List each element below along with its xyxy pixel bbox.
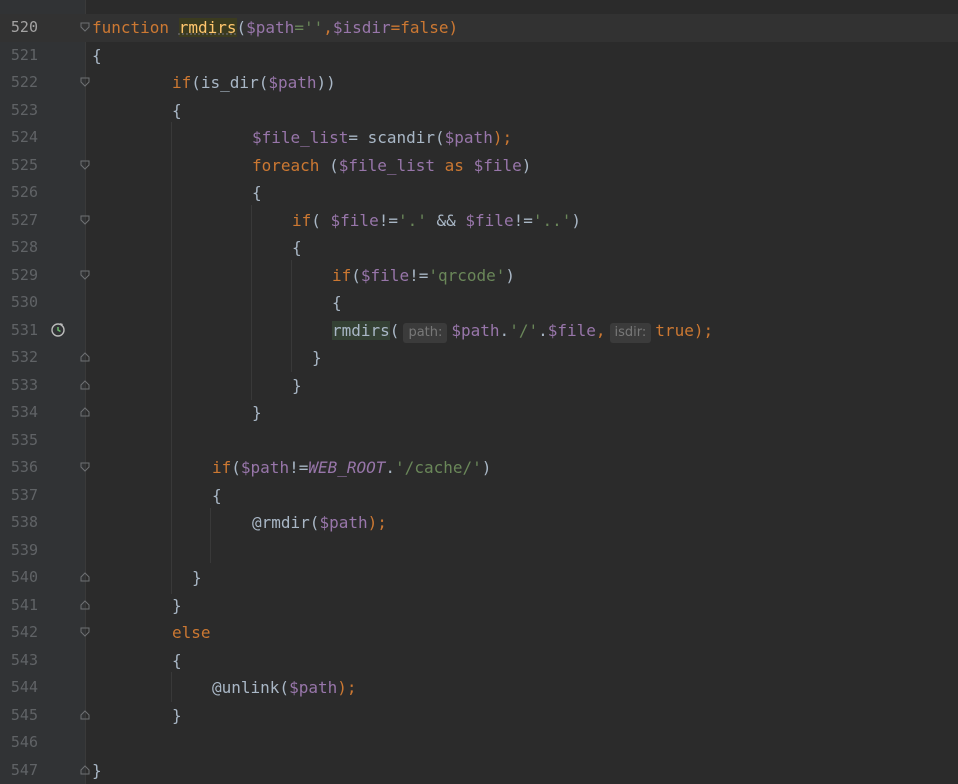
code-text: foreach ($file_list as $file) <box>252 155 532 175</box>
line-number: 544 <box>10 678 38 696</box>
recursive-call-icon[interactable] <box>50 322 66 342</box>
line-number: 540 <box>10 568 38 586</box>
code-line[interactable]: 520 function rmdirs($path='',$isdir=fals… <box>0 14 958 42</box>
code-line[interactable]: 524 $file_list= scandir($path); <box>0 124 958 152</box>
line-number: 546 <box>10 733 38 751</box>
fold-close-icon[interactable] <box>80 352 90 362</box>
fold-open-icon[interactable] <box>80 160 90 170</box>
code-text: rmdirs(path: $path.'/'.$file, isdir: true); <box>332 320 713 343</box>
code-line[interactable]: 525 foreach ($file_list as $file) <box>0 152 958 180</box>
code-line[interactable]: 528 { <box>0 234 958 262</box>
line-number: 522 <box>10 73 38 91</box>
code-text: } <box>292 375 302 395</box>
code-line[interactable]: 533 } <box>0 372 958 400</box>
code-line[interactable]: 541 } <box>0 592 958 620</box>
code-text: function rmdirs($path='',$isdir=false) <box>92 18 459 37</box>
code-text: @unlink($path); <box>212 678 357 697</box>
code-line[interactable]: 523 { <box>0 97 958 125</box>
fold-open-icon[interactable] <box>80 270 90 280</box>
line-number: 520 <box>10 18 38 36</box>
line-number: 523 <box>10 100 38 119</box>
fold-close-icon[interactable] <box>80 379 90 390</box>
line-number: 528 <box>10 238 38 256</box>
line-number: 534 <box>10 403 38 421</box>
code-line[interactable]: 535 <box>0 427 958 455</box>
code-text: } <box>312 348 322 367</box>
fold-open-icon[interactable] <box>80 462 90 472</box>
line-number: 538 <box>10 513 38 531</box>
code-text: { <box>172 650 182 670</box>
code-text: { <box>92 45 102 65</box>
code-line[interactable]: 526 { <box>0 179 958 207</box>
code-editor[interactable]: 520 function rmdirs($path='',$isdir=fals… <box>0 0 958 784</box>
fold-close-icon[interactable] <box>80 572 90 582</box>
fold-close-icon[interactable] <box>80 709 90 720</box>
line-number: 529 <box>10 265 38 284</box>
code-line[interactable]: 527 if( $file!='.' && $file!='..') <box>0 207 958 235</box>
fold-close-icon[interactable] <box>80 599 90 610</box>
line-number: 541 <box>10 595 38 614</box>
code-text: } <box>172 595 182 615</box>
fold-open-icon[interactable] <box>80 627 90 637</box>
line-number: 531 <box>10 320 38 339</box>
line-number: 536 <box>10 458 38 476</box>
code-text: if(is_dir($path)) <box>172 73 336 92</box>
line-number: 526 <box>10 183 38 201</box>
code-text: { <box>292 238 302 257</box>
line-number: 525 <box>10 155 38 174</box>
param-hint: isdir: <box>609 322 652 343</box>
line-number: 533 <box>10 375 38 394</box>
code-text: if($path!=WEB_ROOT.'/cache/') <box>212 458 492 477</box>
code-line[interactable]: 532 } <box>0 344 958 372</box>
code-line[interactable]: 545 } <box>0 702 958 730</box>
line-number: 535 <box>10 430 38 449</box>
code-line[interactable]: 539 <box>0 537 958 565</box>
code-line[interactable]: 522 if(is_dir($path)) <box>0 69 958 97</box>
line-number: 547 <box>10 760 38 779</box>
code-line[interactable]: 521 { <box>0 42 958 70</box>
code-line[interactable]: 538 @rmdir($path); <box>0 509 958 537</box>
fold-open-icon[interactable] <box>80 22 90 32</box>
code-text: { <box>212 485 222 505</box>
code-line[interactable]: 547 } <box>0 757 958 784</box>
code-line[interactable]: 542 else <box>0 619 958 647</box>
line-number: 545 <box>10 705 38 724</box>
code-line[interactable]: 537 { <box>0 482 958 510</box>
code-text: } <box>172 705 182 725</box>
code-line[interactable]: 529 if($file!='qrcode') <box>0 262 958 290</box>
code-text: else <box>172 623 211 642</box>
line-number: 527 <box>10 210 38 229</box>
line-number: 539 <box>10 540 38 559</box>
line-number: 524 <box>10 128 38 146</box>
code-text: $file_list= scandir($path); <box>252 128 513 147</box>
code-text: { <box>172 100 182 120</box>
fold-close-icon[interactable] <box>80 764 90 775</box>
code-line[interactable]: 543 { <box>0 647 958 675</box>
fold-close-icon[interactable] <box>80 407 90 417</box>
param-hint: path: <box>403 322 448 343</box>
code-text: } <box>192 568 202 587</box>
code-line[interactable]: 531 rmdirs(path: $path.'/'.$file, isdir: tr… <box>0 317 958 345</box>
code-text: { <box>332 293 342 312</box>
code-line[interactable]: 540 } <box>0 564 958 592</box>
fold-open-icon[interactable] <box>80 215 90 225</box>
code-text: } <box>252 403 262 422</box>
code-text: } <box>92 760 102 780</box>
code-text: if($file!='qrcode') <box>332 265 516 285</box>
code-line[interactable]: 544 @unlink($path); <box>0 674 958 702</box>
code-line[interactable]: 546 <box>0 729 958 757</box>
line-number: 532 <box>10 348 38 366</box>
code-text: @rmdir($path); <box>252 513 387 532</box>
line-number: 521 <box>10 45 38 64</box>
code-line[interactable]: 536 if($path!=WEB_ROOT.'/cache/') <box>0 454 958 482</box>
line-number: 543 <box>10 650 38 669</box>
fold-open-icon[interactable] <box>80 77 90 87</box>
code-line[interactable]: 534 } <box>0 399 958 427</box>
code-line[interactable]: 530 { <box>0 289 958 317</box>
line-number: 542 <box>10 623 38 641</box>
line-number: 530 <box>10 293 38 311</box>
code-text: { <box>252 183 262 202</box>
code-text: if( $file!='.' && $file!='..') <box>292 210 582 230</box>
line-number: 537 <box>10 485 38 504</box>
